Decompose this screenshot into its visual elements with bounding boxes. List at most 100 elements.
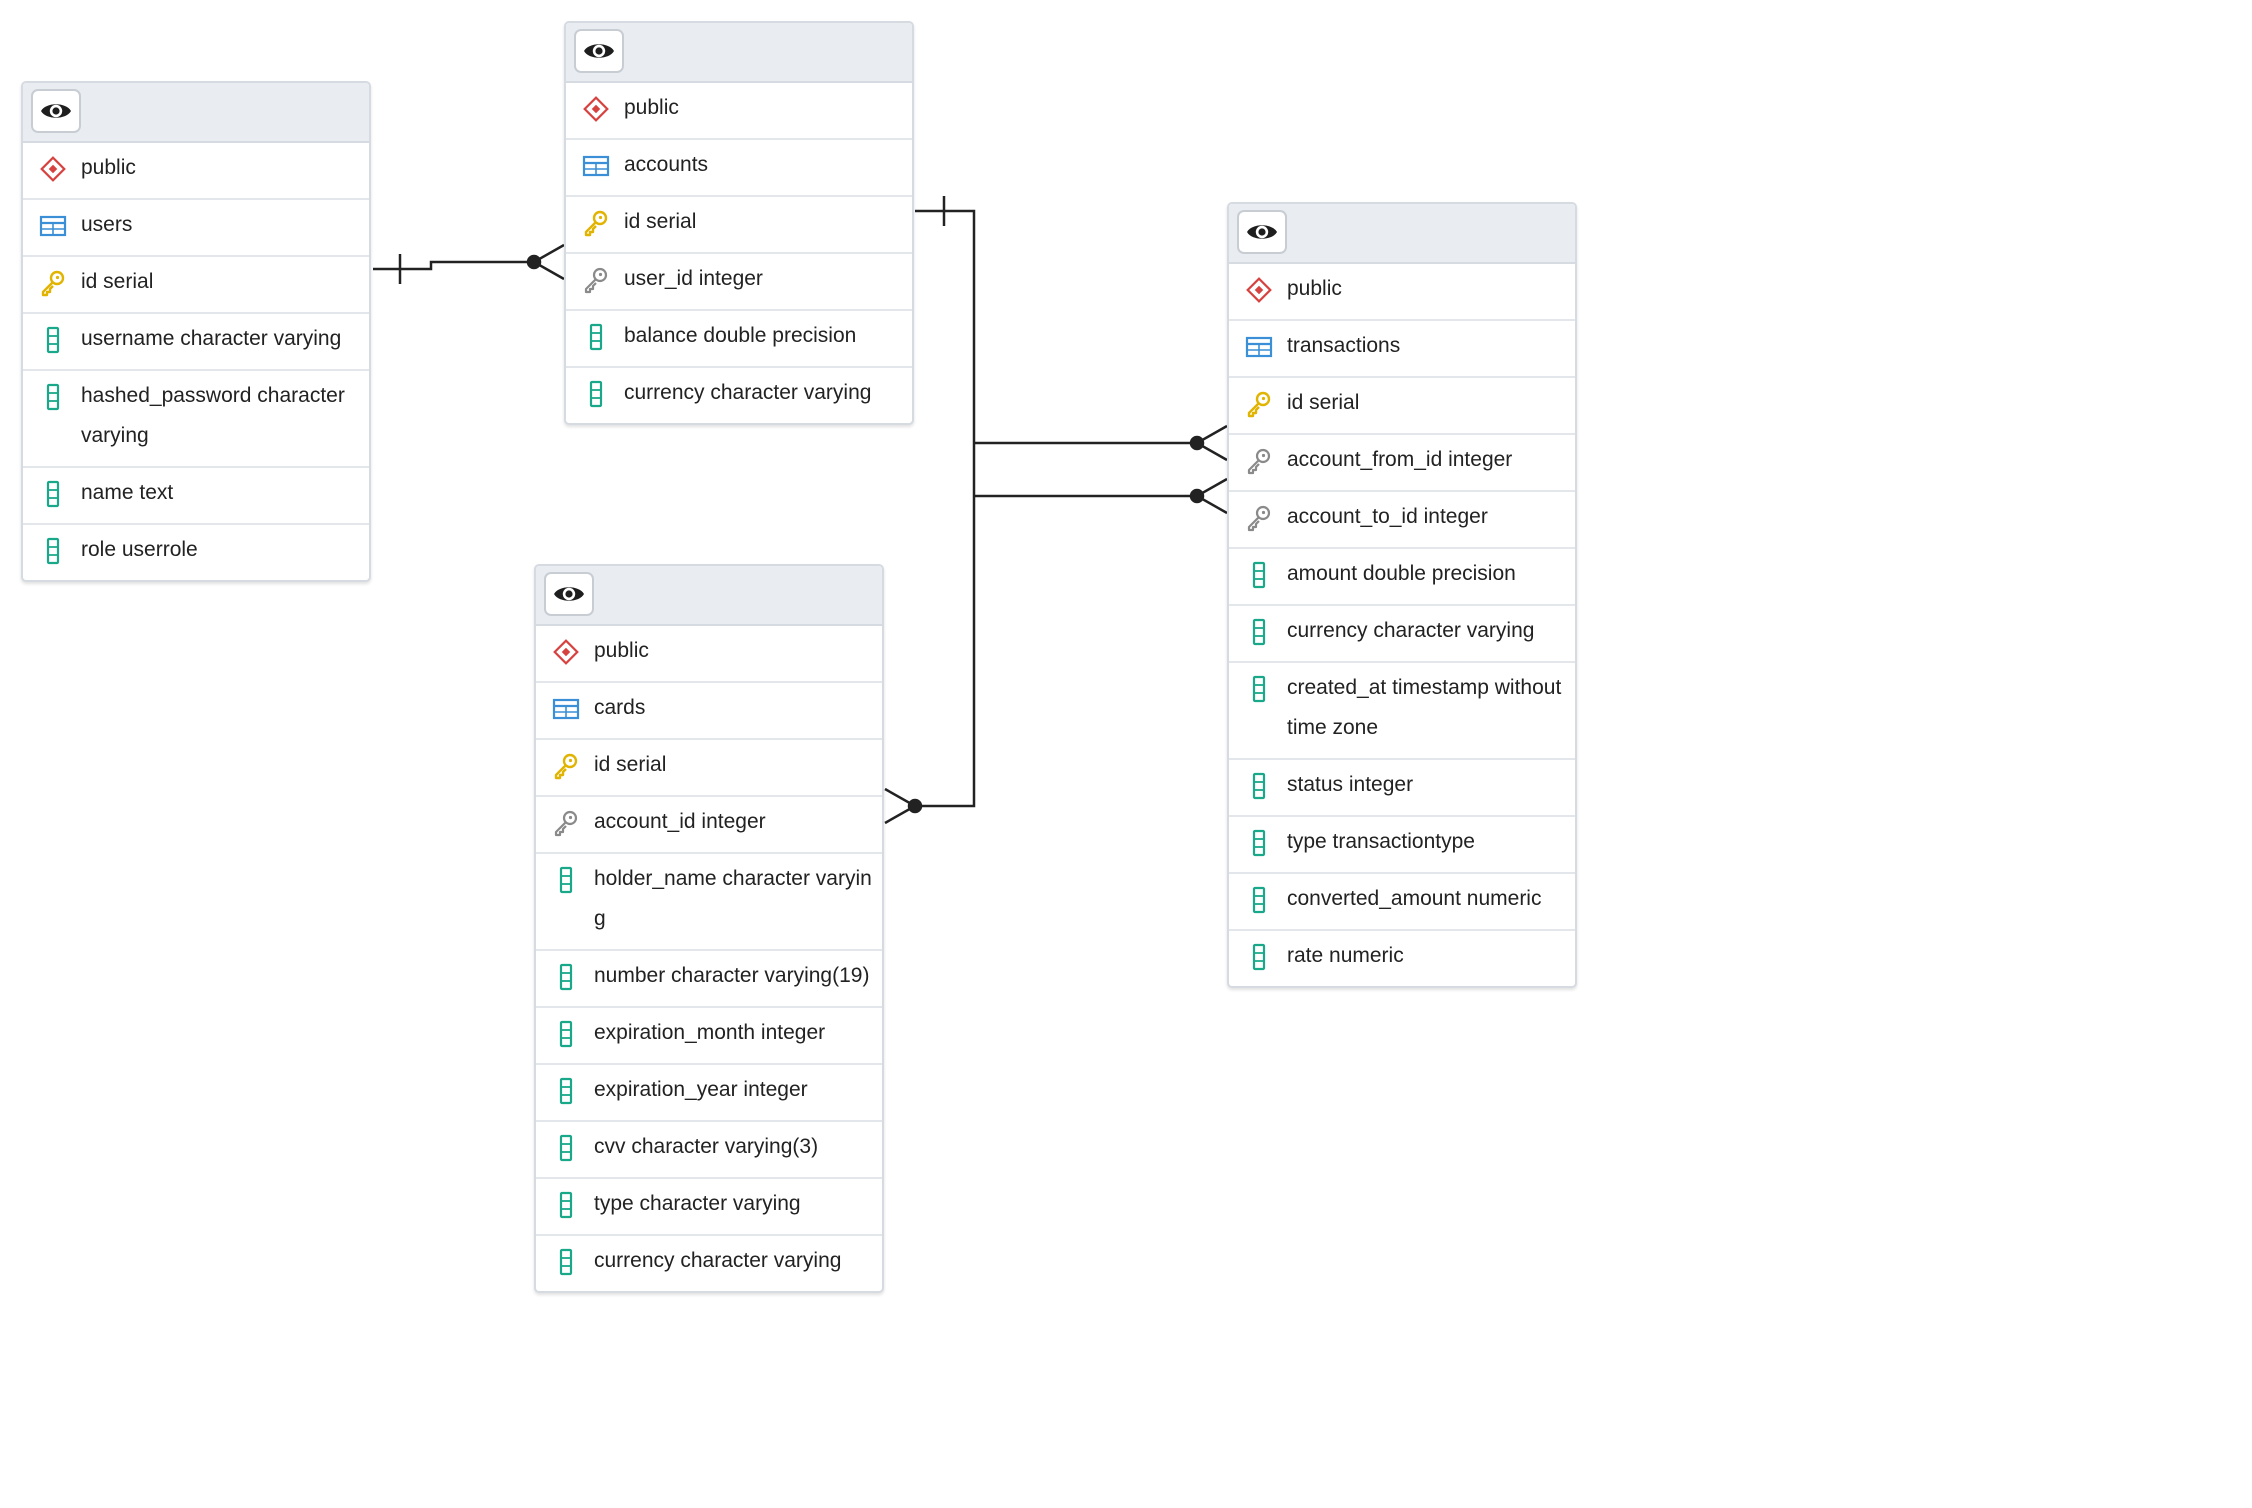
column-row[interactable]: balance double precision bbox=[566, 311, 912, 368]
table-header[interactable] bbox=[566, 23, 912, 83]
column-row[interactable]: rate numeric bbox=[1229, 931, 1575, 986]
foreign-key-icon bbox=[582, 266, 610, 294]
column-row[interactable]: role userrole bbox=[23, 525, 369, 580]
table-name-row[interactable]: users bbox=[23, 200, 369, 257]
column-icon bbox=[39, 326, 67, 354]
row-label: status integer bbox=[1287, 773, 1414, 796]
eye-icon[interactable] bbox=[574, 29, 624, 73]
table-name-row[interactable]: accounts bbox=[566, 140, 912, 197]
primary-key-row[interactable]: id serial bbox=[536, 740, 882, 797]
foreign-key-row[interactable]: account_to_id integer bbox=[1229, 492, 1575, 549]
row-label: number character varying(19) bbox=[594, 964, 870, 987]
table-card-cards[interactable]: public cards id serial account_id integer ho… bbox=[534, 564, 884, 1293]
column-row[interactable]: type character varying bbox=[536, 1179, 882, 1236]
column-icon bbox=[552, 1248, 580, 1276]
row-label: user_id integer bbox=[624, 267, 763, 290]
link-accounts-transactions-to bbox=[974, 477, 1228, 515]
column-row[interactable]: converted_amount numeric bbox=[1229, 874, 1575, 931]
link-line bbox=[373, 260, 534, 271]
row-label: id serial bbox=[81, 270, 154, 293]
primary-key-icon bbox=[39, 269, 67, 297]
primary-key-row[interactable]: id serial bbox=[566, 197, 912, 254]
row-label: accounts bbox=[624, 153, 709, 176]
row-label: cvv character varying(3) bbox=[594, 1135, 819, 1158]
column-row[interactable]: created_at timestamp without time zone bbox=[1229, 663, 1575, 760]
row-label: converted_amount numeric bbox=[1287, 887, 1542, 910]
foreign-key-row[interactable]: account_from_id integer bbox=[1229, 435, 1575, 492]
primary-key-row[interactable]: id serial bbox=[1229, 378, 1575, 435]
schema-row[interactable]: public bbox=[536, 626, 882, 683]
erd-canvas: public users id serial username character v… bbox=[0, 0, 2252, 1508]
eye-icon[interactable] bbox=[1237, 210, 1287, 254]
table-name-row[interactable]: transactions bbox=[1229, 321, 1575, 378]
row-label: name text bbox=[81, 481, 174, 504]
table-icon bbox=[582, 152, 610, 180]
schema-row[interactable]: public bbox=[1229, 264, 1575, 321]
primary-key-row[interactable]: id serial bbox=[23, 257, 369, 314]
row-label: created_at timestamp without time zone bbox=[1287, 676, 1562, 739]
table-name-row[interactable]: cards bbox=[536, 683, 882, 740]
row-label: cards bbox=[594, 696, 646, 719]
foreign-key-icon bbox=[552, 809, 580, 837]
row-label: rate numeric bbox=[1287, 944, 1404, 967]
schema-row[interactable]: public bbox=[566, 83, 912, 140]
column-icon bbox=[39, 480, 67, 508]
column-icon bbox=[1245, 561, 1273, 589]
column-icon bbox=[552, 866, 580, 894]
column-row[interactable]: cvv character varying(3) bbox=[536, 1122, 882, 1179]
column-icon bbox=[1245, 943, 1273, 971]
column-icon bbox=[1245, 886, 1273, 914]
row-label: id serial bbox=[624, 210, 697, 233]
column-row[interactable]: expiration_month integer bbox=[536, 1008, 882, 1065]
column-row[interactable]: status integer bbox=[1229, 760, 1575, 817]
primary-key-icon bbox=[552, 752, 580, 780]
column-row[interactable]: currency character varying bbox=[566, 368, 912, 423]
column-row[interactable]: type transactiontype bbox=[1229, 817, 1575, 874]
row-label: role userrole bbox=[81, 538, 198, 561]
foreign-key-row[interactable]: user_id integer bbox=[566, 254, 912, 311]
column-row[interactable]: currency character varying bbox=[536, 1236, 882, 1291]
foreign-key-row[interactable]: account_id integer bbox=[536, 797, 882, 854]
schema-icon bbox=[39, 155, 67, 183]
column-row[interactable]: holder_name character varying bbox=[536, 854, 882, 951]
table-icon bbox=[1245, 333, 1273, 361]
column-row[interactable]: expiration_year integer bbox=[536, 1065, 882, 1122]
column-icon bbox=[39, 383, 67, 411]
row-label: public bbox=[624, 96, 679, 119]
column-icon bbox=[552, 1077, 580, 1105]
row-label: holder_name character varying bbox=[594, 867, 872, 930]
eye-icon[interactable] bbox=[31, 89, 81, 133]
column-row[interactable]: currency character varying bbox=[1229, 606, 1575, 663]
table-header[interactable] bbox=[536, 566, 882, 626]
column-row[interactable]: hashed_password character varying bbox=[23, 371, 369, 468]
row-label: id serial bbox=[594, 753, 667, 776]
column-row[interactable]: name text bbox=[23, 468, 369, 525]
column-row[interactable]: amount double precision bbox=[1229, 549, 1575, 606]
foreign-key-icon bbox=[1245, 447, 1273, 475]
foreign-key-icon bbox=[1245, 504, 1273, 532]
row-label: account_to_id integer bbox=[1287, 505, 1488, 528]
row-label: account_id integer bbox=[594, 810, 766, 833]
link-accounts-transactions-from bbox=[974, 424, 1228, 462]
eye-icon[interactable] bbox=[544, 572, 594, 616]
row-label: username character varying bbox=[81, 327, 342, 350]
table-header[interactable] bbox=[23, 83, 369, 143]
schema-row[interactable]: public bbox=[23, 143, 369, 200]
table-card-transactions[interactable]: public transactions id serial account_from_… bbox=[1227, 202, 1577, 988]
table-card-accounts[interactable]: public accounts id serial user_id integer ba… bbox=[564, 21, 914, 425]
column-icon bbox=[1245, 675, 1273, 703]
table-card-users[interactable]: public users id serial username character v… bbox=[21, 81, 371, 582]
link-line bbox=[915, 209, 976, 808]
column-row[interactable]: username character varying bbox=[23, 314, 369, 371]
row-label: type character varying bbox=[594, 1192, 801, 1215]
column-row[interactable]: number character varying(19) bbox=[536, 951, 882, 1008]
column-icon bbox=[582, 323, 610, 351]
schema-icon bbox=[1245, 276, 1273, 304]
row-label: public bbox=[1287, 277, 1342, 300]
row-label: hashed_password character varying bbox=[81, 384, 345, 447]
link-accounts-cards bbox=[884, 787, 923, 825]
row-label: currency character varying bbox=[594, 1249, 842, 1272]
table-header[interactable] bbox=[1229, 204, 1575, 264]
column-icon bbox=[1245, 772, 1273, 800]
table-icon bbox=[552, 695, 580, 723]
